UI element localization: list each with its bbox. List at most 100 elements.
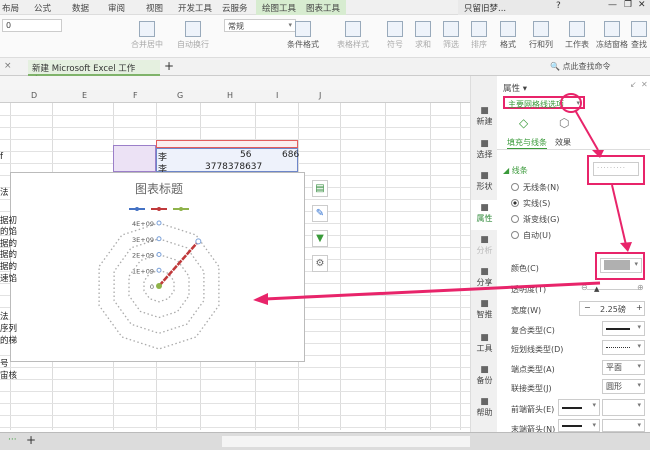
fill-line-icon[interactable]: ◇ (519, 116, 528, 130)
panel-close-icon[interactable]: ✕ (641, 80, 648, 89)
sidebar-item-new[interactable]: ■ 新建 (471, 103, 498, 133)
minimize-icon[interactable]: — (608, 0, 617, 10)
sidebar-item-share[interactable]: ■ 分享 (471, 264, 498, 294)
radio-option[interactable]: 实线(S) (511, 198, 550, 209)
ribbon-button[interactable]: 表格样式 (336, 21, 370, 50)
cell-fragment[interactable]: 的梯 (0, 334, 17, 346)
cell-fragment[interactable]: 据的 (0, 260, 17, 272)
panel-pin-icon[interactable]: ↙ (630, 80, 637, 89)
ribbon-button[interactable]: 工作表 (560, 21, 594, 50)
menu-tab[interactable]: 绘图工具 (256, 0, 303, 15)
series-line[interactable] (158, 240, 200, 287)
cell-fragment[interactable]: 法 (0, 186, 9, 198)
color-picker[interactable] (600, 258, 642, 273)
increase-icon[interactable]: ⊕ (637, 283, 644, 292)
radio-button[interactable] (511, 215, 519, 223)
column-header-H[interactable]: H (227, 91, 233, 100)
chart[interactable]: 图表标题 0 1E+09 2E+09 3E+09 4E+09 (10, 172, 305, 362)
begin-arrow-size-select[interactable] (602, 399, 645, 416)
compound-select[interactable] (602, 321, 645, 336)
cell-fragment[interactable]: 据的 (0, 248, 17, 260)
add-sheet-button[interactable]: + (26, 433, 36, 447)
new-tab-button[interactable]: + (164, 59, 174, 73)
width-plus-button[interactable]: + (636, 303, 643, 312)
cell-fragment[interactable]: 号 (0, 357, 9, 369)
horizontal-scrollbar[interactable] (222, 436, 470, 447)
cell-h2[interactable]: 3778378637 (205, 162, 262, 172)
sidebar-item-help[interactable]: ■ 帮助 (471, 394, 498, 424)
radio-option[interactable]: 渐变线(G) (511, 214, 559, 225)
ribbon-button[interactable]: 格式 (491, 21, 525, 50)
menu-tab[interactable]: 视图 (146, 2, 163, 14)
sidebar-item-bulb[interactable]: ■ 智推 (471, 296, 498, 326)
column-header-D[interactable]: D (31, 91, 37, 100)
chart-title[interactable]: 图表标题 (135, 182, 183, 196)
chart-style-brush-icon[interactable]: ✎ (312, 205, 328, 222)
ribbon-button[interactable]: 查找 (622, 21, 650, 50)
menu-tab[interactable]: 开发工具 (178, 2, 212, 14)
width-minus-button[interactable]: − (584, 303, 591, 312)
slider-handle[interactable]: ▲ (594, 285, 599, 293)
chart-elements-icon[interactable]: ▤ (312, 180, 328, 197)
sidebar-item-select[interactable]: ■ 选择 (471, 136, 498, 166)
radio-button[interactable] (511, 183, 519, 191)
menu-tab[interactable]: 云服务 (222, 2, 248, 14)
close-icon[interactable]: ✕ (638, 0, 646, 10)
ribbon-button[interactable]: 条件格式 (286, 21, 320, 50)
column-header-I[interactable]: I (276, 91, 278, 100)
column-header-J[interactable]: J (319, 91, 321, 100)
ribbon-button[interactable]: 自动换行 (176, 21, 210, 50)
radio-button[interactable] (511, 199, 519, 207)
column-header-E[interactable]: E (82, 91, 87, 100)
cell-fragment[interactable]: 速馅 (0, 272, 17, 284)
cell-fragment[interactable]: 的馅 (0, 225, 17, 237)
menu-tab[interactable]: 公式 (34, 2, 51, 14)
sidebar-item-toolbox[interactable]: ■ 工具 (471, 330, 498, 360)
sidebar-item-backup[interactable]: ■ 备份 (471, 362, 498, 392)
column-header-G[interactable]: G (177, 91, 183, 100)
radio-option[interactable]: 自动(U) (511, 230, 551, 241)
restore-icon[interactable]: ❐ (624, 0, 632, 10)
cap-select[interactable]: 平面 (602, 360, 645, 375)
cell-fragment[interactable]: 法 (0, 310, 9, 322)
cell-fragment[interactable]: 宙核 (0, 369, 17, 381)
menu-tab[interactable]: 数据 (72, 2, 89, 14)
end-arrow-type-select[interactable] (558, 419, 600, 432)
sidebar-item-shape[interactable]: ■ 形状 (471, 168, 498, 198)
menu-tab[interactable]: 布局 (2, 2, 19, 14)
chart-settings-gear-icon[interactable]: ⚙ (312, 255, 328, 272)
data-point[interactable] (195, 238, 202, 245)
cell-h1[interactable]: 56 (240, 150, 251, 160)
effect-icon[interactable]: ⬡ (559, 116, 569, 130)
menu-tab[interactable]: 图表工具 (300, 0, 347, 15)
file-tab[interactable]: 新建 Microsoft Excel 工作表.xlsx * × (28, 60, 160, 86)
decrease-icon[interactable]: ⊖ (581, 283, 588, 292)
chart-filter-icon[interactable]: ▼ (312, 230, 328, 247)
join-select[interactable]: 圆形 (602, 379, 645, 394)
search-command[interactable]: 🔍 点此查找命令 (550, 61, 611, 72)
element-selector[interactable]: 主要网格线选项 (503, 96, 585, 109)
tab-effect[interactable]: 效果 (555, 137, 571, 148)
column-header-F[interactable]: F (133, 91, 138, 100)
begin-arrow-type-select[interactable] (558, 399, 600, 416)
menu-tab[interactable]: 审阅 (108, 2, 125, 14)
section-line[interactable]: ◢ 线条 (503, 165, 528, 176)
cell-i1[interactable]: 686 (282, 150, 299, 160)
help-icon[interactable]: ? (556, 1, 561, 11)
width-value[interactable]: 2.25磅 (600, 304, 626, 315)
radio-button[interactable] (511, 231, 519, 239)
sidebar-item-analysis[interactable]: ■ 分析 (471, 232, 498, 262)
ribbon-button[interactable]: 合并居中 (130, 21, 164, 50)
sheet-nav-icon[interactable]: ··· (8, 435, 17, 445)
dash-select[interactable] (602, 340, 645, 355)
user-name[interactable]: 只留旧梦... (464, 2, 506, 14)
font-size-field[interactable]: 0 (2, 19, 62, 32)
ribbon-button[interactable]: 行和列 (524, 21, 558, 50)
cell-fragment[interactable]: 序列 (0, 322, 17, 334)
panel-title[interactable]: 属性 ▾ (503, 82, 527, 94)
end-arrow-size-select[interactable] (602, 419, 645, 432)
width-stepper[interactable]: − 2.25磅 + (579, 301, 645, 316)
sidebar-item-property[interactable]: ■ 属性 (471, 200, 498, 230)
close-tab-icon[interactable]: × (4, 61, 12, 71)
cell-fragment[interactable]: f (0, 152, 3, 162)
